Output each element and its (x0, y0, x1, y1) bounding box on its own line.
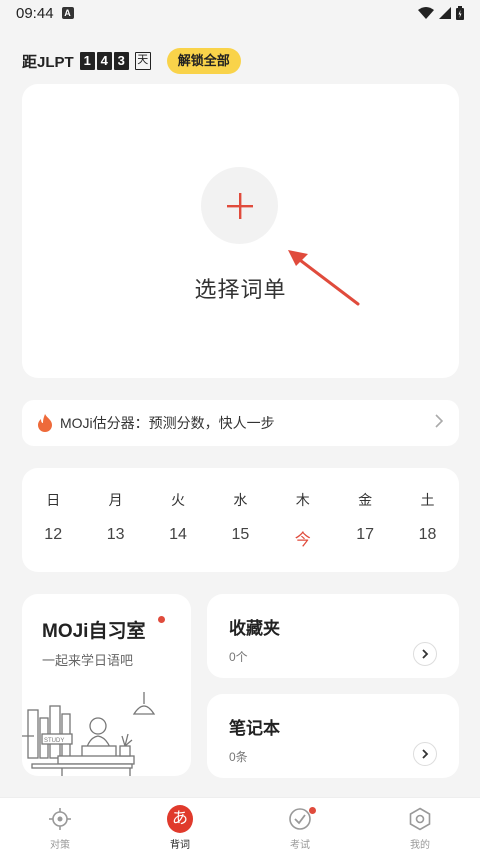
favorites-count: 0个 (229, 650, 248, 664)
jlpt-countdown: 距JLPT 1 4 3 天 解锁全部 (22, 48, 241, 74)
choose-wordlist-label: 选择词单 (194, 277, 287, 302)
notification-icon: A (61, 7, 74, 19)
favorites-card[interactable]: 收藏夹 0个 (207, 594, 459, 678)
target-icon (47, 806, 73, 832)
fire-icon (38, 414, 52, 432)
weekday-label: 金 (358, 492, 373, 508)
weekday-label: 日 (46, 492, 61, 508)
nav-label: 对策 (50, 840, 70, 851)
study-desk-illustration: STUDY (22, 692, 156, 776)
countdown-prefix: 距JLPT (22, 53, 74, 71)
weekday-label: 木 (295, 492, 310, 508)
nav-tab-strategy[interactable]: 对策 (0, 798, 120, 853)
weekday-label: 土 (420, 492, 435, 508)
hexagon-icon (407, 806, 433, 832)
kana-icon: あ (167, 805, 193, 833)
notebook-open-button[interactable] (413, 742, 437, 766)
score-estimator-banner[interactable]: MOJi估分器：预测分数，快人一步 (22, 400, 459, 446)
add-wordlist-button[interactable] (201, 167, 278, 244)
weekday-label: 火 (170, 492, 185, 508)
favorites-open-button[interactable] (413, 642, 437, 666)
study-room-card[interactable]: MOJi自习室 一起来学日语吧 STUDY (22, 594, 191, 776)
date-row: 12 13 14 15 今 17 18 (22, 526, 459, 550)
unlock-all-button[interactable]: 解锁全部 (166, 48, 241, 74)
favorites-title: 收藏夹 (229, 619, 280, 638)
countdown-suffix: 天 (134, 52, 151, 70)
battery-icon (456, 6, 464, 20)
calendar-day-today[interactable]: 今 (272, 526, 334, 550)
calendar-day[interactable]: 18 (396, 526, 458, 550)
nav-label: 我的 (410, 840, 430, 851)
nav-label: 背词 (170, 840, 190, 851)
plus-icon (226, 192, 253, 219)
weekday-row: 日 月 火 水 木 金 土 (22, 490, 459, 510)
calendar-day[interactable]: 13 (84, 526, 146, 550)
calendar-day[interactable]: 12 (22, 526, 84, 550)
calendar-day[interactable]: 14 (147, 526, 209, 550)
calendar-day[interactable]: 15 (209, 526, 271, 550)
chevron-right-icon (435, 413, 444, 433)
countdown-digit: 1 (79, 52, 95, 70)
notebook-card[interactable]: 笔记本 0条 (207, 694, 459, 778)
chevron-right-icon (422, 649, 429, 659)
study-room-subtitle: 一起来学日语吧 (42, 653, 134, 668)
choose-wordlist-card[interactable]: 选择词单 (22, 84, 459, 378)
nav-tab-exam[interactable]: 考试 (240, 798, 360, 853)
exam-badge (309, 807, 316, 814)
chevron-right-icon (422, 749, 429, 759)
nav-tab-vocab[interactable]: あ 背词 (120, 798, 240, 853)
study-room-title: MOJi自习室 (42, 621, 146, 642)
new-dot-badge (158, 616, 165, 623)
calendar-day[interactable]: 17 (334, 526, 396, 550)
svg-text:STUDY: STUDY (44, 738, 64, 744)
nav-label: 考试 (290, 840, 310, 851)
weekday-label: 水 (233, 492, 248, 508)
kana-glyph: あ (167, 805, 193, 833)
countdown-digit: 3 (113, 52, 129, 70)
countdown-digits: 1 4 3 (79, 52, 129, 70)
wifi-icon (418, 7, 434, 19)
notebook-title: 笔记本 (229, 719, 280, 738)
signal-icon (439, 7, 451, 19)
week-calendar: 日 月 火 水 木 金 土 12 13 14 15 今 17 18 (22, 468, 459, 572)
status-bar: 09:44 A (0, 0, 480, 26)
status-time: 09:44 (16, 4, 54, 22)
notebook-count: 0条 (229, 750, 248, 764)
bottom-nav: 对策 あ 背词 考试 我的 (0, 797, 480, 853)
weekday-label: 月 (108, 492, 123, 508)
estimator-text: MOJi估分器：预测分数，快人一步 (60, 415, 275, 431)
countdown-digit: 4 (96, 52, 112, 70)
nav-tab-profile[interactable]: 我的 (360, 798, 480, 853)
